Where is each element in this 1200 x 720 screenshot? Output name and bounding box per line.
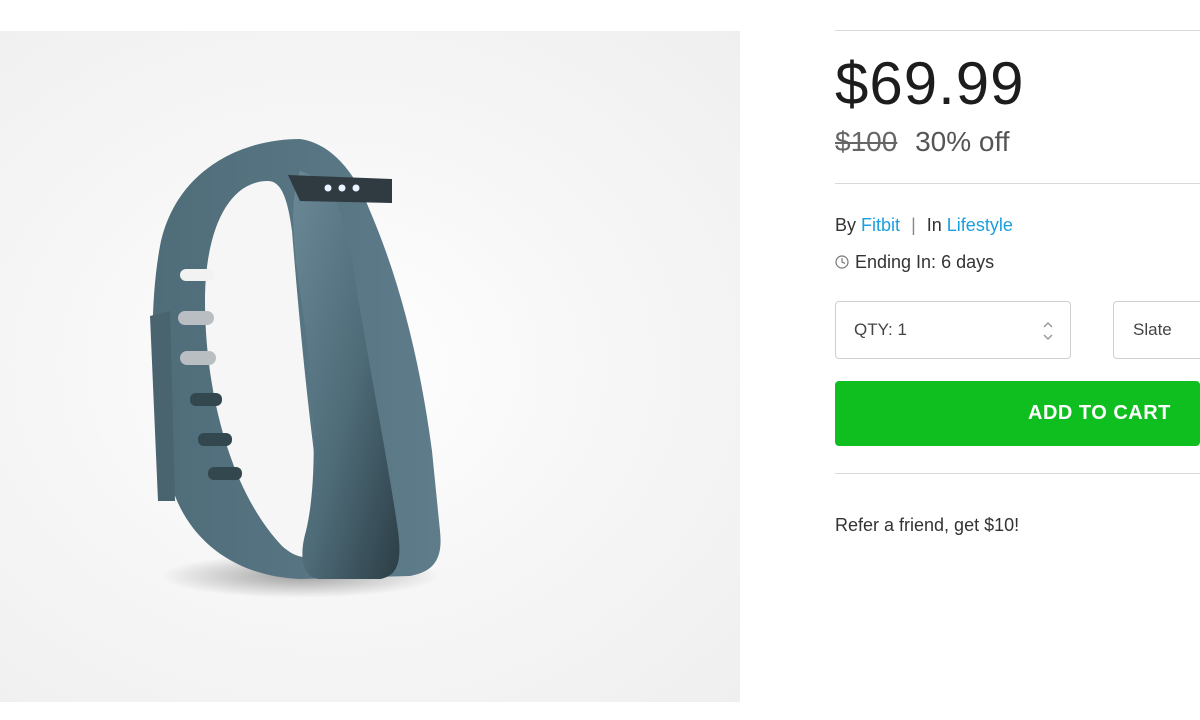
product-image bbox=[0, 31, 740, 702]
clock-icon bbox=[835, 255, 849, 269]
brand-category-line: By Fitbit | In Lifestyle bbox=[835, 214, 1013, 236]
in-label: In bbox=[926, 215, 942, 235]
product-page: $69.99 $100 30% off By Fitbit | In Lifes… bbox=[0, 0, 1200, 720]
quantity-stepper[interactable]: QTY: 1 bbox=[835, 301, 1071, 359]
stepper-arrows-icon[interactable] bbox=[1042, 319, 1054, 343]
cart-divider bbox=[835, 473, 1200, 474]
ending-label: Ending In: 6 days bbox=[855, 252, 995, 272]
color-select-value: Slate bbox=[1133, 320, 1172, 339]
quantity-label: QTY: 1 bbox=[854, 320, 907, 339]
ending-line: Ending In: 6 days bbox=[835, 251, 994, 273]
product-details: $69.99 $100 30% off By Fitbit | In Lifes… bbox=[835, 30, 1200, 720]
brand-link[interactable]: Fitbit bbox=[861, 215, 900, 235]
current-price: $69.99 bbox=[835, 50, 1025, 117]
price-comparison: $100 30% off bbox=[835, 126, 1010, 158]
color-select[interactable]: Slate bbox=[1113, 301, 1200, 359]
discount-label: 30% off bbox=[915, 126, 1010, 157]
meta-separator: | bbox=[911, 215, 916, 235]
fitbit-band-image bbox=[150, 139, 441, 598]
refer-friend-text: Refer a friend, get $10! bbox=[835, 515, 1020, 535]
top-divider bbox=[835, 30, 1200, 31]
original-price: $100 bbox=[835, 126, 898, 157]
add-to-cart-button[interactable]: ADD TO CART bbox=[835, 381, 1200, 446]
price-divider bbox=[835, 183, 1200, 184]
category-link[interactable]: Lifestyle bbox=[947, 215, 1013, 235]
by-label: By bbox=[835, 215, 857, 235]
